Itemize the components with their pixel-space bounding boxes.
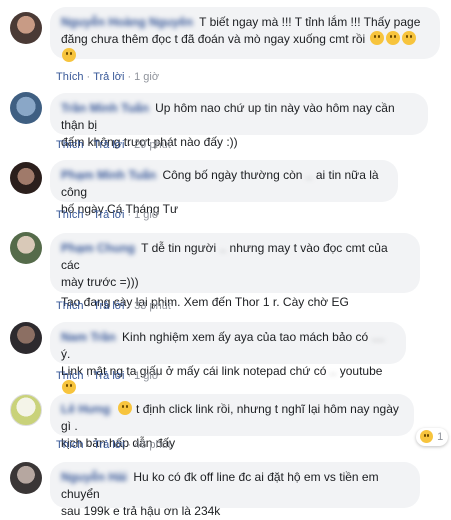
- comment-author[interactable]: Lê Hưng: [61, 402, 110, 416]
- comment-text: youtube: [339, 364, 383, 378]
- comment-actions: Thích · Trả lời · 1 giờ: [56, 71, 160, 83]
- comment-author[interactable]: Nam Trần: [61, 330, 116, 344]
- comment-bubble: Phạm Chung T dễ tin người .. nhưng may t…: [50, 233, 420, 309]
- reply-link[interactable]: Trả lời: [93, 139, 124, 151]
- comment-text: Công bố ngày thường còn: [162, 168, 303, 182]
- timestamp[interactable]: 46 phút: [134, 439, 171, 451]
- like-link[interactable]: Thích: [56, 139, 84, 151]
- reply-link[interactable]: Trả lời: [93, 370, 124, 382]
- avatar[interactable]: [10, 394, 42, 426]
- comment-bubble: Nam Trần Kinh nghiệm xem ấy aya của tao …: [50, 322, 406, 394]
- like-link[interactable]: Thích: [56, 209, 84, 221]
- avatar[interactable]: [10, 232, 42, 264]
- comment-actions: Thích · Trả lời · 33 phút: [56, 300, 171, 312]
- comment-text: T biết ngay mà !!! T tỉnh lắm !!! Thấy p…: [199, 15, 421, 29]
- avatar[interactable]: [10, 92, 42, 124]
- reply-link[interactable]: Trả lời: [93, 209, 124, 221]
- haha-reaction-icon: [420, 430, 433, 443]
- comment-bubble: Nguyễn Hải Hu ko có đk off line đc ai đặ…: [50, 462, 420, 518]
- laughing-emoji-icon: [369, 31, 384, 45]
- timestamp[interactable]: 1 giờ: [134, 370, 159, 382]
- comment-author[interactable]: Nguyễn Hải: [61, 470, 127, 484]
- comment-text: đăng chưa thêm đọc t đã đoán và mò ngay …: [61, 32, 366, 46]
- comment-actions: Thích · Trả lời · 1 giờ: [56, 209, 160, 221]
- timestamp[interactable]: 1 giờ: [134, 71, 159, 83]
- laughing-emoji-icon: [117, 401, 132, 415]
- reply-link[interactable]: Trả lời: [93, 439, 124, 451]
- timestamp[interactable]: 33 phút: [134, 300, 171, 312]
- comment-bubble: Trần Minh Tuấn Up hôm nao chứ up tin này…: [50, 93, 428, 149]
- comment-bubble: Phạm Minh Tuấn Công bố ngày thường còn .…: [50, 160, 398, 216]
- blurred-word: ..: [305, 168, 313, 182]
- like-link[interactable]: Thích: [56, 439, 84, 451]
- comment-author[interactable]: Phạm Minh Tuấn: [61, 168, 156, 182]
- like-link[interactable]: Thích: [56, 300, 84, 312]
- comment-bubble: Lê Hưng t định click link rồi, nhưng t n…: [50, 394, 414, 450]
- comment-author[interactable]: Nguyễn Hoàng Nguyên: [61, 15, 193, 29]
- laughing-emoji-icon: [401, 31, 416, 45]
- avatar[interactable]: [10, 462, 42, 494]
- avatar[interactable]: [10, 12, 42, 44]
- timestamp[interactable]: 29 phút: [134, 139, 171, 151]
- comment-text: mày trước =))): [61, 275, 139, 289]
- comment-author[interactable]: Trần Minh Tuấn: [61, 101, 149, 115]
- blurred-word: ..: [329, 364, 337, 378]
- blurred-word: ..: [219, 241, 227, 255]
- laughing-emoji-icon: [62, 48, 76, 62]
- comment-text: T dễ tin người: [141, 241, 217, 255]
- comment-text: Kinh nghiệm xem ấy aya của tao mách bảo …: [122, 330, 369, 344]
- laughing-emoji-icon: [385, 31, 400, 45]
- comment-text: sau 199k e trả hậu ơn là 234k: [61, 504, 221, 518]
- comment-bubble: Nguyễn Hoàng Nguyên T biết ngay mà !!! T…: [50, 7, 440, 62]
- reply-link[interactable]: Trả lời: [93, 300, 124, 312]
- comment-actions: Thích · Trả lời · 1 giờ: [56, 370, 160, 382]
- like-link[interactable]: Thích: [56, 71, 84, 83]
- timestamp[interactable]: 1 giờ: [134, 209, 159, 221]
- comment-author[interactable]: Phạm Chung: [61, 241, 135, 255]
- reply-link[interactable]: Trả lời: [93, 71, 124, 83]
- comment-text: t định click link rồi, nhưng t nghĩ lại …: [61, 402, 399, 433]
- reaction-count: 1: [437, 431, 444, 443]
- comment-actions: Thích · Trả lời · 46 phút: [56, 439, 171, 451]
- comment-actions: Thích · Trả lời · 29 phút: [56, 139, 171, 151]
- blurred-word: ....: [371, 330, 385, 344]
- avatar[interactable]: [10, 162, 42, 194]
- like-link[interactable]: Thích: [56, 370, 84, 382]
- comment-text: ý.: [61, 347, 71, 361]
- avatar[interactable]: [10, 322, 42, 354]
- reaction-badge[interactable]: 1: [416, 428, 449, 446]
